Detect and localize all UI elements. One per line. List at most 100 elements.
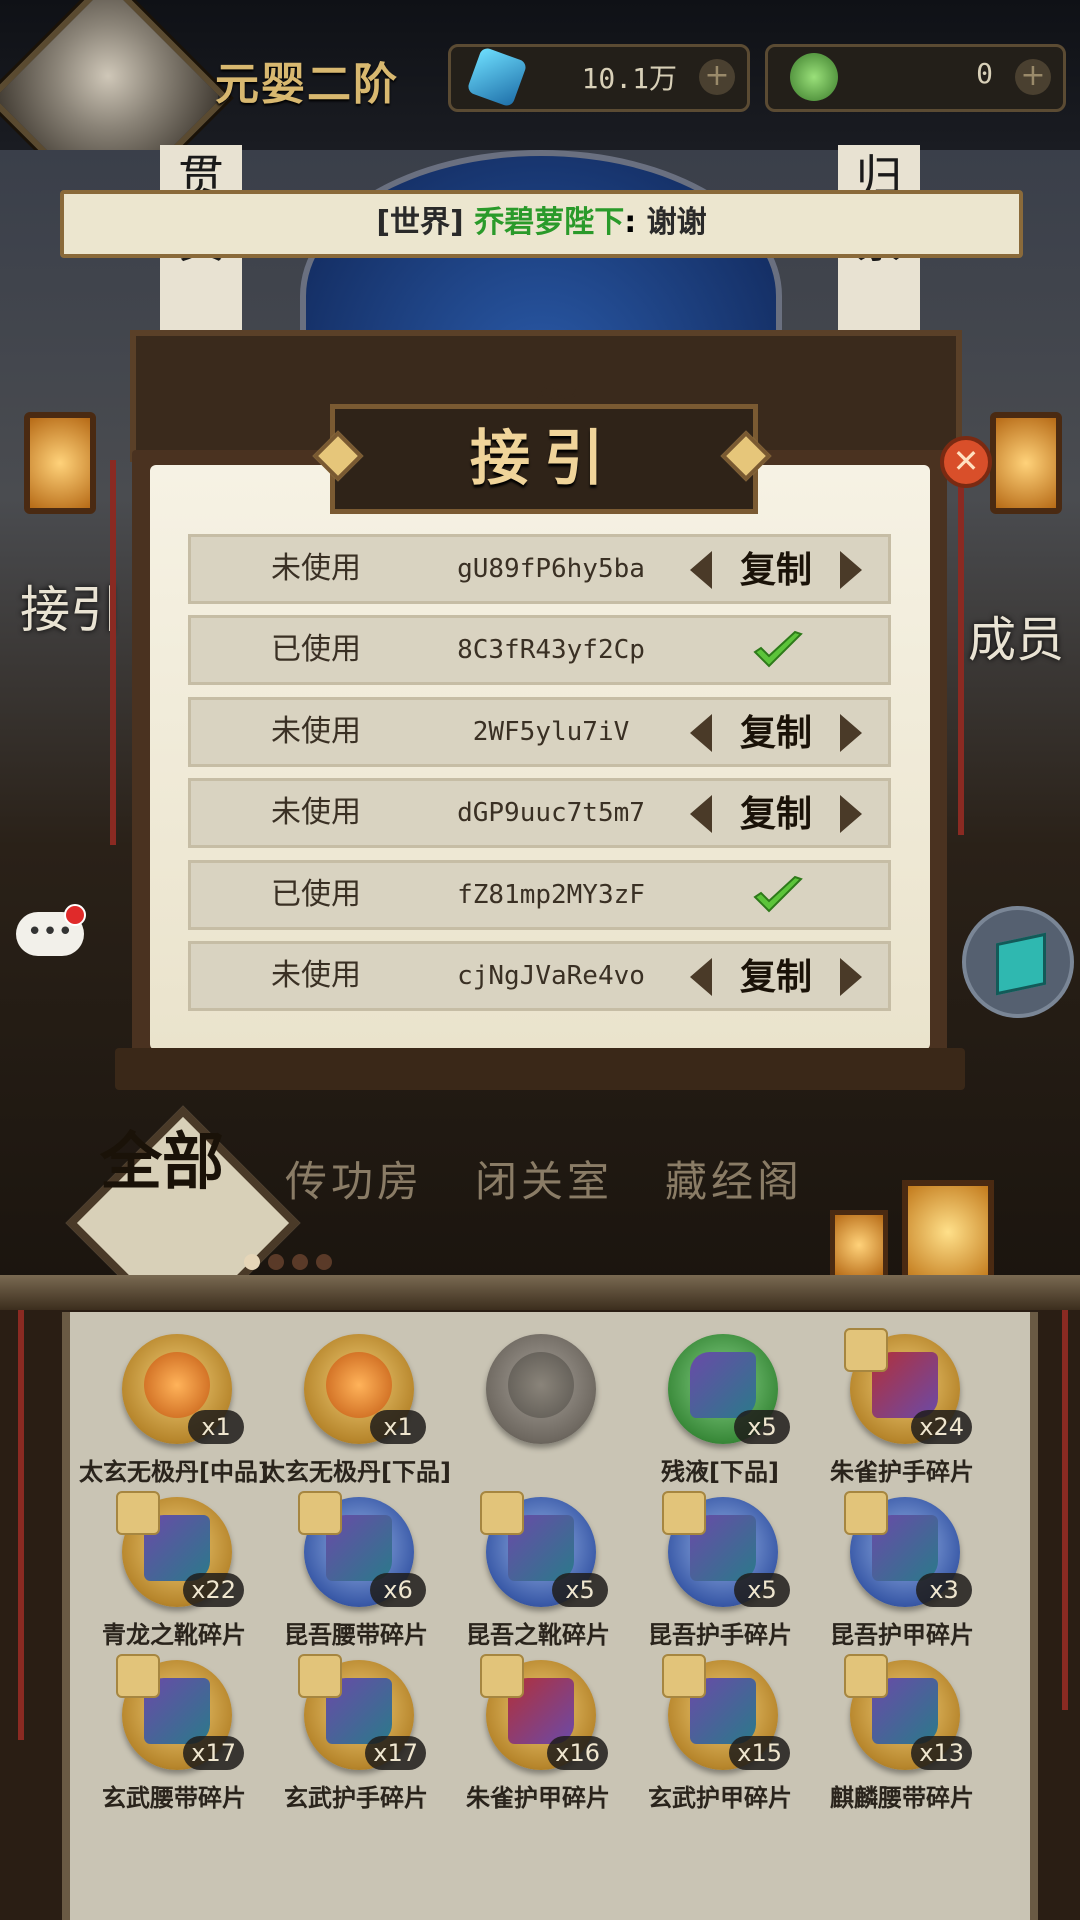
invite-code: dGP9uuc7t5m7 bbox=[457, 798, 645, 828]
item-name: 太玄无极丹[中品] bbox=[79, 1458, 269, 1486]
check-icon bbox=[753, 630, 803, 668]
item-count: x17 bbox=[183, 1736, 244, 1770]
puzzle-piece-icon bbox=[116, 1491, 160, 1535]
item-name: 昆吾之靴碎片 bbox=[466, 1621, 610, 1649]
cube-icon bbox=[996, 932, 1046, 996]
puzzle-piece-icon bbox=[480, 1654, 524, 1698]
item-name: 玄武腰带碎片 bbox=[102, 1784, 246, 1812]
modal-title: 接引 bbox=[470, 424, 618, 494]
item-name: 朱雀护手碎片 bbox=[830, 1458, 974, 1486]
puzzle-piece-icon bbox=[480, 1491, 524, 1535]
inventory-item[interactable]: x5 昆吾护手碎片 bbox=[630, 1491, 810, 1657]
chat-separator: : bbox=[624, 205, 637, 240]
item-name: 玄武护甲碎片 bbox=[648, 1784, 792, 1812]
inventory-item[interactable]: x17 玄武腰带碎片 bbox=[84, 1654, 264, 1820]
chat-channel: [世界] bbox=[376, 205, 464, 240]
copy-button[interactable]: 复制 bbox=[686, 952, 866, 1002]
item-name: 朱雀护甲碎片 bbox=[466, 1784, 610, 1812]
modal-bottom-bar bbox=[115, 1048, 965, 1090]
tab-chuangongfang[interactable]: 传功房 bbox=[285, 1148, 423, 1209]
add-jade-button[interactable]: + bbox=[1015, 59, 1051, 95]
invite-code: 2WF5ylu7iV bbox=[472, 717, 630, 747]
invite-code-row: 未使用 2WF5ylu7iV 复制 bbox=[188, 697, 891, 767]
puzzle-piece-icon bbox=[298, 1491, 342, 1535]
item-count: x13 bbox=[911, 1736, 972, 1770]
invite-code: cjNgJVaRe4vo bbox=[457, 961, 645, 991]
invite-code: gU89fP6hy5ba bbox=[457, 554, 645, 584]
inventory-item[interactable] bbox=[448, 1334, 628, 1494]
lantern-icon bbox=[902, 1180, 994, 1284]
tab-biguanshi[interactable]: 闭关室 bbox=[475, 1148, 613, 1209]
item-name: 太玄无极丹[下品] bbox=[261, 1458, 451, 1486]
all-filter-label: 全部 bbox=[100, 1125, 225, 1198]
copy-button[interactable]: 复制 bbox=[686, 789, 866, 839]
item-glyph-icon bbox=[144, 1352, 210, 1418]
currency-crystal-value: 10.1万 bbox=[581, 62, 677, 95]
world-chat-banner[interactable]: [世界] 乔碧萝陛下: 谢谢 bbox=[60, 190, 1023, 258]
invite-code-row: 未使用 cjNgJVaRe4vo 复制 bbox=[188, 941, 891, 1011]
item-glyph-icon bbox=[326, 1352, 392, 1418]
close-button[interactable]: ✕ bbox=[940, 436, 992, 488]
inventory-item[interactable]: x1 太玄无极丹[下品] bbox=[261, 1334, 451, 1494]
cube-button[interactable] bbox=[962, 906, 1074, 1018]
item-name: 麒麟腰带碎片 bbox=[830, 1784, 974, 1812]
inventory-item[interactable]: x5 残液[下品] bbox=[630, 1334, 810, 1494]
shelf bbox=[0, 1275, 1080, 1311]
puzzle-piece-icon bbox=[844, 1654, 888, 1698]
copy-button[interactable]: 复制 bbox=[686, 545, 866, 595]
item-icon bbox=[486, 1334, 596, 1444]
rope-left bbox=[18, 1310, 24, 1740]
page-dot bbox=[268, 1254, 284, 1270]
item-count: x24 bbox=[911, 1410, 972, 1444]
inventory-item[interactable]: x6 昆吾腰带碎片 bbox=[266, 1491, 446, 1657]
inventory-item[interactable]: x16 朱雀护甲碎片 bbox=[448, 1654, 628, 1820]
page-dot bbox=[244, 1254, 260, 1270]
spirit-crystal-icon bbox=[466, 46, 528, 108]
side-jieyin-button[interactable]: 接引 bbox=[20, 570, 120, 642]
scroll-rod-left bbox=[110, 460, 116, 845]
inventory-item[interactable]: x24 朱雀护手碎片 bbox=[812, 1328, 992, 1494]
puzzle-piece-icon bbox=[844, 1328, 888, 1372]
item-count: x5 bbox=[734, 1410, 790, 1444]
item-count: x1 bbox=[188, 1410, 244, 1444]
inventory-item[interactable]: x1 太玄无极丹[中品] bbox=[79, 1334, 269, 1494]
invite-code-row: 未使用 dGP9uuc7t5m7 复制 bbox=[188, 778, 891, 848]
inventory-item[interactable]: x22 青龙之靴碎片 bbox=[84, 1491, 264, 1657]
inventory-item[interactable]: x17 玄武护手碎片 bbox=[266, 1654, 446, 1820]
jade-coin-icon bbox=[790, 53, 838, 101]
item-count: x17 bbox=[365, 1736, 426, 1770]
inventory-item[interactable]: x15 玄武护甲碎片 bbox=[630, 1654, 810, 1820]
add-crystal-button[interactable]: + bbox=[699, 59, 735, 95]
lantern-icon bbox=[24, 412, 96, 514]
item-name: 残液[下品] bbox=[661, 1458, 779, 1486]
item-glyph-icon bbox=[508, 1352, 574, 1418]
item-glyph-icon bbox=[690, 1352, 756, 1418]
chat-sender: 乔碧萝陛下 bbox=[474, 205, 625, 240]
inventory-item[interactable]: x13 麒麟腰带碎片 bbox=[812, 1654, 992, 1820]
invite-code-row: 已使用 fZ81mp2MY3zF bbox=[188, 860, 891, 930]
puzzle-piece-icon bbox=[298, 1654, 342, 1698]
lantern-icon bbox=[990, 412, 1062, 514]
copy-button[interactable]: 复制 bbox=[686, 708, 866, 758]
invite-code: 8C3fR43yf2Cp bbox=[457, 635, 645, 665]
item-name: 玄武护手碎片 bbox=[284, 1784, 428, 1812]
modal-title-plaque: 接引 bbox=[330, 404, 758, 514]
item-name: 昆吾护手碎片 bbox=[648, 1621, 792, 1649]
item-count: x6 bbox=[370, 1573, 426, 1607]
inventory-item[interactable]: x3 昆吾护甲碎片 bbox=[812, 1491, 992, 1657]
scroll-rod-right bbox=[958, 470, 964, 835]
lantern-icon bbox=[830, 1210, 888, 1280]
item-count: x22 bbox=[183, 1573, 244, 1607]
cultivation-rank: 元婴二阶 bbox=[215, 59, 399, 110]
currency-jade: 0 + bbox=[765, 44, 1066, 112]
puzzle-piece-icon bbox=[662, 1654, 706, 1698]
item-count: x3 bbox=[916, 1573, 972, 1607]
currency-jade-value: 0 bbox=[976, 57, 993, 90]
item-count: x15 bbox=[729, 1736, 790, 1770]
inventory-item[interactable]: x5 昆吾之靴碎片 bbox=[448, 1491, 628, 1657]
side-members-button[interactable]: 成员 bbox=[968, 600, 1064, 670]
invite-code-row: 未使用 gU89fP6hy5ba 复制 bbox=[188, 534, 891, 604]
item-name: 昆吾腰带碎片 bbox=[284, 1621, 428, 1649]
tab-cangjingge[interactable]: 藏经阁 bbox=[665, 1148, 803, 1209]
puzzle-piece-icon bbox=[662, 1491, 706, 1535]
